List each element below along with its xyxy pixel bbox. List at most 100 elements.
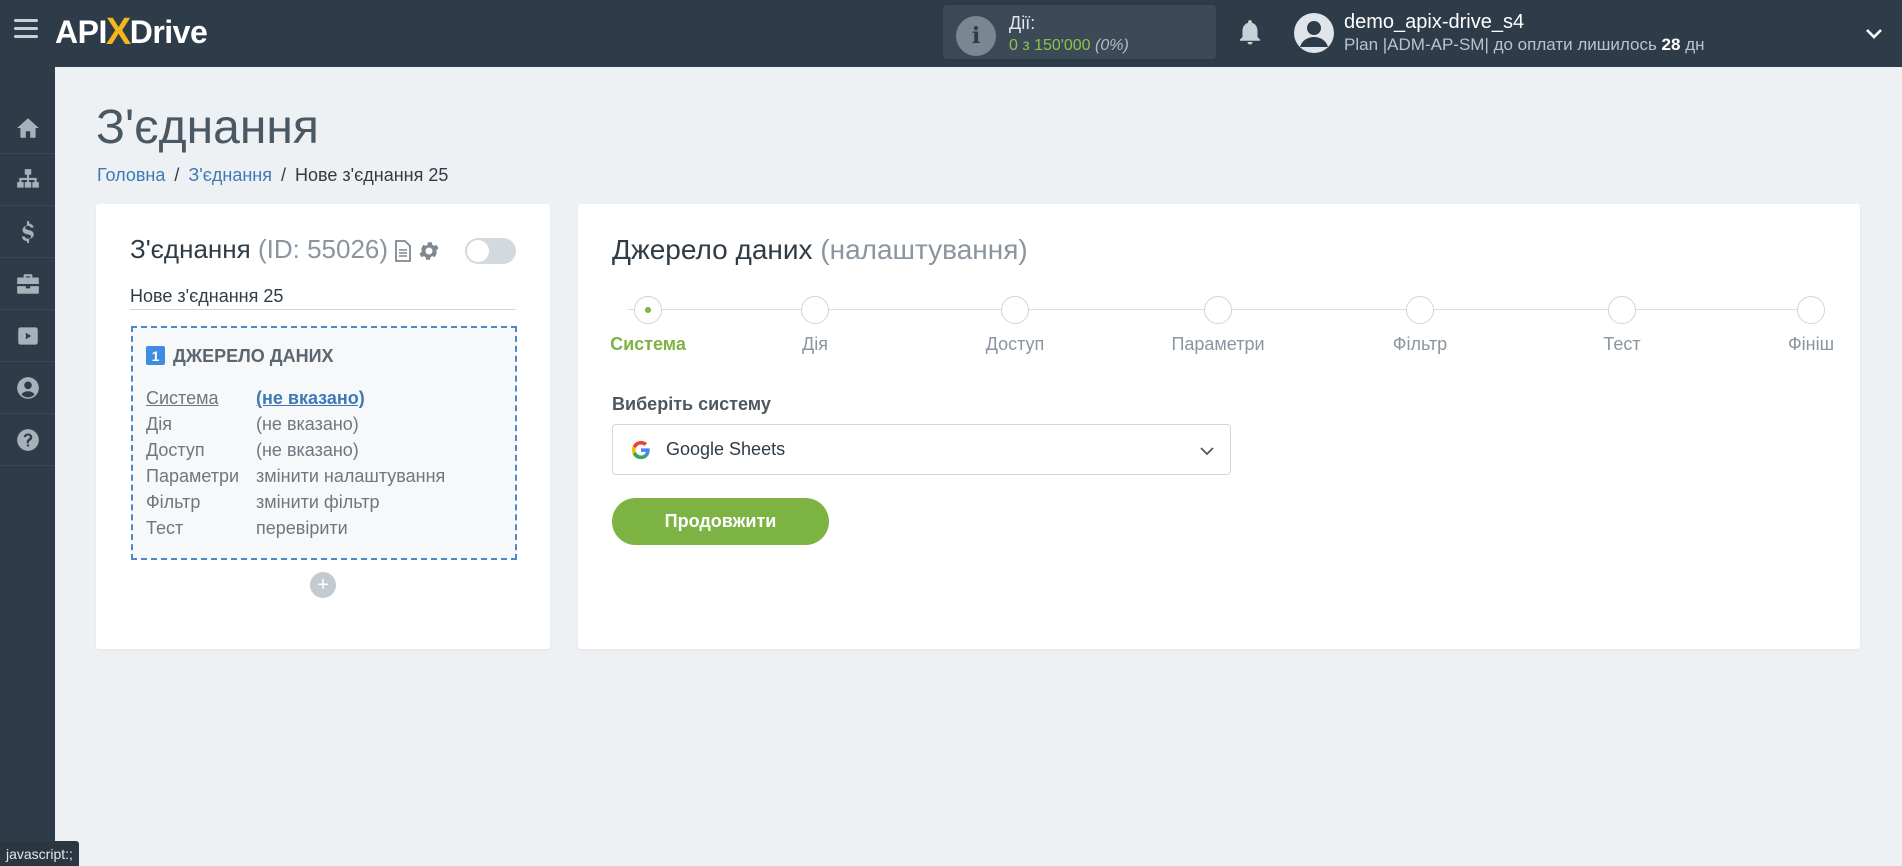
source-row-key: Фільтр [146,492,201,512]
help-icon [16,428,39,451]
sidebar [0,67,55,866]
source-row-key: Доступ [146,440,205,460]
actions-counter: i Дії: 0 з 150'000 (0%) [943,5,1216,59]
step-access[interactable]: Доступ [955,296,1075,355]
source-row-value: змінити фільтр [256,492,380,512]
source-row-key: Дія [146,414,172,434]
data-source-title: Джерело даних (налаштування) [612,234,1028,266]
sidebar-item-videos[interactable] [0,310,55,362]
google-icon [631,440,650,460]
menu-icon[interactable] [14,19,38,43]
user-name[interactable]: demo_apix-drive_s4 [1344,11,1524,34]
bell-icon[interactable] [1235,16,1265,48]
sidebar-item-home[interactable] [0,102,55,154]
step-dot [1406,296,1434,324]
connection-title-text: З'єднання [130,234,251,264]
source-row-value: (не вказано) [256,414,359,434]
step-label: Дія [802,334,828,354]
connection-card: З'єднання (ID: 55026) 1 ДЖЕРЕЛО ДАНИХ Си… [96,204,550,649]
step-dot [1608,296,1636,324]
actions-count: 0 з 150'000 [1009,37,1091,54]
step-params[interactable]: Параметри [1158,296,1278,355]
toggle-knob [467,240,489,262]
step-dot [1204,296,1232,324]
add-block-button[interactable]: + [310,572,336,598]
actions-label: Дії: [1009,13,1036,33]
home-icon [16,117,39,138]
connection-name-input[interactable] [130,284,516,310]
step-label: Тест [1603,334,1641,354]
user-plan: Plan |ADM-AP-SM| до оплати лишилось 28 д… [1344,35,1705,55]
chevron-down-icon [1200,447,1214,456]
gear-icon[interactable] [417,239,441,263]
sidebar-item-profile[interactable] [0,362,55,414]
user-icon [16,376,39,399]
source-row-value: перевірити [256,518,348,538]
sitemap-icon [16,168,39,188]
connection-title: З'єднання (ID: 55026) [130,234,388,265]
data-source-title-text: Джерело даних [612,234,813,265]
logo-x: X [105,10,131,53]
info-icon: i [956,16,996,56]
source-row-key: Тест [146,518,184,538]
step-label: Система [610,334,686,354]
data-source-subtitle: (налаштування) [820,234,1028,265]
sidebar-item-connections[interactable] [0,154,55,206]
avatar[interactable] [1294,13,1334,53]
step-label: Параметри [1171,334,1265,354]
actions-value: 0 з 150'000 (0%) [1009,37,1129,55]
selected-system: Google Sheets [666,439,786,459]
step-dot [801,296,829,324]
sidebar-item-help[interactable] [0,414,55,466]
breadcrumb-separator: / [280,165,286,185]
connection-id: (ID: 55026) [257,234,389,264]
step-label: Фільтр [1392,334,1448,354]
page-title: З'єднання [96,101,319,154]
breadcrumb: Головна / З'єднання / Нове з'єднання 25 [97,165,448,186]
step-filter[interactable]: Фільтр [1360,296,1480,355]
data-source-settings-card: Джерело даних (налаштування) Система Дія… [578,204,1860,649]
source-number-badge: 1 [146,346,165,365]
source-row-key[interactable]: Система [146,388,256,409]
breadcrumb-current: Нове з'єднання 25 [295,165,449,185]
step-action[interactable]: Дія [755,296,875,355]
step-dot [1797,296,1825,324]
top-bar: API X Drive i Дії: 0 з 150'000 (0%) demo_a… [0,0,1902,67]
youtube-icon [17,326,38,345]
step-dot [634,296,662,324]
user-avatar-icon [1300,21,1328,47]
continue-button[interactable]: Продовжити [612,498,829,545]
system-select[interactable]: Google Sheets [612,424,1231,475]
plan-days-suffix: дн [1680,35,1705,54]
source-header: ДЖЕРЕЛО ДАНИХ [173,346,334,366]
apix-drive-logo[interactable]: API X Drive [55,10,208,54]
source-row-value[interactable]: (не вказано) [256,388,365,409]
step-label: Доступ [985,334,1045,354]
select-system-label: Виберіть систему [612,394,771,414]
plan-days: 28 [1661,35,1681,54]
source-row-value: (не вказано) [256,440,359,460]
step-label: Фініш [1787,334,1835,354]
breadcrumb-home[interactable]: Головна [97,165,165,185]
step-test[interactable]: Тест [1562,296,1682,355]
sidebar-item-projects[interactable] [0,258,55,310]
source-row-value: змінити налаштування [256,466,446,486]
source-row-key: Параметри [146,466,240,486]
data-source-block[interactable]: 1 ДЖЕРЕЛО ДАНИХ Система (не вказано) Дія… [131,326,517,560]
actions-percent: (0%) [1095,37,1129,54]
logo-api: API [55,13,107,50]
logo-drive: Drive [129,13,208,50]
sidebar-item-billing[interactable] [0,206,55,258]
connection-toggle[interactable] [465,238,516,264]
plan-text: Plan |ADM-AP-SM| до оплати лишилось [1344,35,1662,54]
breadcrumb-separator: / [174,165,180,185]
dollar-icon [21,220,34,243]
document-icon[interactable] [394,240,412,262]
step-dot [1001,296,1029,324]
step-system[interactable]: Система [588,296,708,355]
briefcase-icon [16,273,39,294]
breadcrumb-connections[interactable]: З'єднання [188,165,272,185]
step-finish[interactable]: Фініш [1751,296,1871,355]
status-bar: javascript:; [0,841,79,866]
chevron-down-icon[interactable] [1864,24,1884,44]
